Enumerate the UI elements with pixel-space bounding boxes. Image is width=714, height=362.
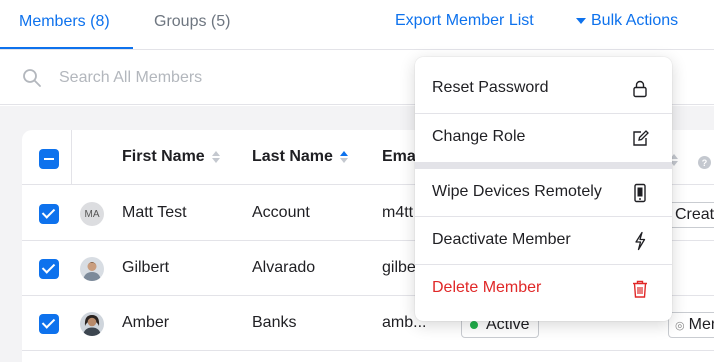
search-icon xyxy=(23,69,41,87)
menu-divider xyxy=(415,162,672,169)
bulk-actions-label: Bulk Actions xyxy=(591,12,679,29)
help-icon[interactable]: ? xyxy=(698,156,711,169)
edit-icon xyxy=(633,130,649,146)
menu-item-label: Change Role xyxy=(432,128,526,145)
mobile-device-icon xyxy=(634,183,646,203)
menu-item-label: Reset Password xyxy=(432,79,549,96)
menu-item-label: Wipe Devices Remotely xyxy=(432,183,602,200)
lightning-icon xyxy=(635,231,646,251)
tab-members[interactable]: Members (8) xyxy=(19,13,110,31)
row-checkbox[interactable] xyxy=(39,259,59,279)
row-checkbox[interactable] xyxy=(39,204,59,224)
select-all-checkbox[interactable] xyxy=(39,149,59,169)
lock-icon xyxy=(633,80,647,98)
menu-item-label: Delete Member xyxy=(432,279,542,296)
role-select-label: Mem xyxy=(688,316,714,333)
first-name-cell: Matt Test xyxy=(122,204,187,221)
tab-groups[interactable]: Groups (5) xyxy=(154,13,230,31)
top-tab-bar: Members (8) Groups (5) Export Member Lis… xyxy=(0,0,714,50)
menu-item-delete-member[interactable]: Delete Member xyxy=(415,265,672,313)
active-tab-indicator xyxy=(0,47,133,49)
bulk-actions-menu: Reset Password Change Role Wipe Devices … xyxy=(415,57,672,321)
menu-item-wipe-devices[interactable]: Wipe Devices Remotely xyxy=(415,169,672,217)
header-first-name-label: First Name xyxy=(122,148,205,165)
role-select[interactable]: Creat xyxy=(668,202,714,228)
sort-ascending-icon xyxy=(339,151,348,163)
search-input[interactable] xyxy=(59,64,399,92)
email-cell: m4tt xyxy=(382,204,414,221)
avatar xyxy=(80,257,104,281)
role-icon: ◎ xyxy=(675,319,685,332)
status-dot xyxy=(470,321,478,329)
row-checkbox[interactable] xyxy=(39,314,59,334)
caret-down-icon xyxy=(576,18,586,24)
sort-icon xyxy=(211,151,220,163)
avatar xyxy=(80,312,104,336)
email-cell: gilbe xyxy=(382,259,416,276)
last-name-cell: Alvarado xyxy=(252,259,316,276)
first-name-cell: Amber xyxy=(122,314,170,331)
menu-item-reset-password[interactable]: Reset Password xyxy=(415,65,672,113)
header-last-name[interactable]: Last Name xyxy=(252,148,348,166)
header-last-name-label: Last Name xyxy=(252,148,333,165)
role-select[interactable]: ◎ Mem xyxy=(668,312,714,338)
menu-item-deactivate-member[interactable]: Deactivate Member xyxy=(415,217,672,265)
menu-item-label: Deactivate Member xyxy=(432,231,571,248)
header-divider xyxy=(71,130,72,185)
last-name-cell: Account xyxy=(252,204,310,221)
header-first-name[interactable]: First Name xyxy=(122,148,220,166)
first-name-cell: Gilbert xyxy=(122,259,170,276)
export-member-list-link[interactable]: Export Member List xyxy=(395,12,534,30)
role-select-label: Creat xyxy=(675,206,714,223)
menu-item-change-role[interactable]: Change Role xyxy=(415,114,672,162)
avatar: MA xyxy=(80,202,104,226)
bulk-actions-button[interactable]: Bulk Actions xyxy=(576,12,678,30)
last-name-cell: Banks xyxy=(252,314,297,331)
trash-icon xyxy=(633,280,647,298)
